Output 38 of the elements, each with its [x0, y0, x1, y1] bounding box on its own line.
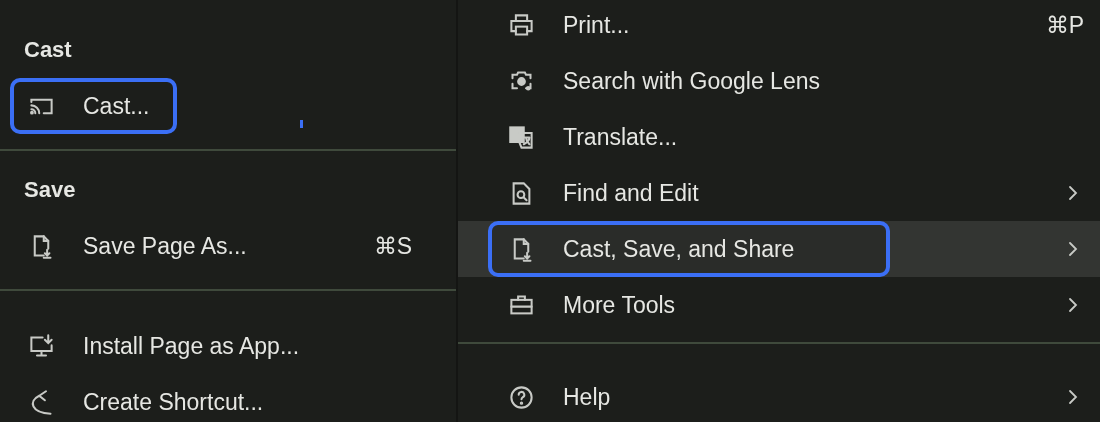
- menu-row[interactable]: Print... ⌘P: [458, 0, 1100, 53]
- menu-item-label: Save Page As...: [83, 232, 247, 260]
- menu-item[interactable]: Create Shortcut...: [0, 374, 292, 422]
- menu-item-label: Help: [563, 383, 611, 411]
- menu-item[interactable]: Translate...: [488, 109, 890, 165]
- menu-row[interactable]: Find and Edit: [458, 165, 1100, 221]
- keyboard-shortcut: ⌘S: [373, 232, 412, 260]
- keyboard-shortcut: ⌘P: [1045, 11, 1084, 39]
- menu-item-label: Translate...: [563, 123, 678, 151]
- menu-item[interactable]: Cast...: [10, 78, 178, 134]
- menu-item[interactable]: Search with Google Lens: [488, 53, 890, 109]
- menu-item[interactable]: Print...: [488, 0, 890, 53]
- monitor-download-icon: [28, 332, 55, 360]
- section-heading: Cast: [23, 36, 73, 64]
- menu-item-label: Cast, Save, and Share: [563, 235, 795, 263]
- menu-row[interactable]: Translate...: [458, 109, 1100, 165]
- menu-item-label: Create Shortcut...: [83, 388, 264, 416]
- menu-item[interactable]: Install Page as App...: [0, 318, 328, 374]
- menu-item[interactable]: More Tools: [488, 277, 890, 333]
- text-cursor: [300, 120, 303, 128]
- menu-row[interactable]: Help: [458, 369, 1100, 422]
- menu-item-label: Print...: [563, 11, 630, 39]
- section-heading: Save: [23, 176, 77, 204]
- menu-item-label: Cast...: [83, 92, 150, 120]
- menu-item[interactable]: Save Page As...: [0, 218, 275, 274]
- menu-row[interactable]: More Tools: [458, 277, 1100, 333]
- help-icon: [508, 383, 535, 411]
- menu-item-label: Search with Google Lens: [563, 67, 820, 95]
- menu-row[interactable]: Search with Google Lens: [458, 53, 1100, 109]
- menu-item[interactable]: Find and Edit: [488, 165, 890, 221]
- menu-item[interactable]: Help: [488, 369, 890, 422]
- menu-item-label: More Tools: [563, 291, 676, 319]
- menu-row[interactable]: Cast, Save, and Share: [458, 221, 1100, 277]
- menu-item-label: Install Page as App...: [83, 332, 300, 360]
- printer-icon: [508, 11, 535, 39]
- menu-item[interactable]: Cast, Save, and Share: [488, 221, 890, 277]
- menu-item-label: Find and Edit: [563, 179, 699, 207]
- translate-icon: [508, 123, 535, 151]
